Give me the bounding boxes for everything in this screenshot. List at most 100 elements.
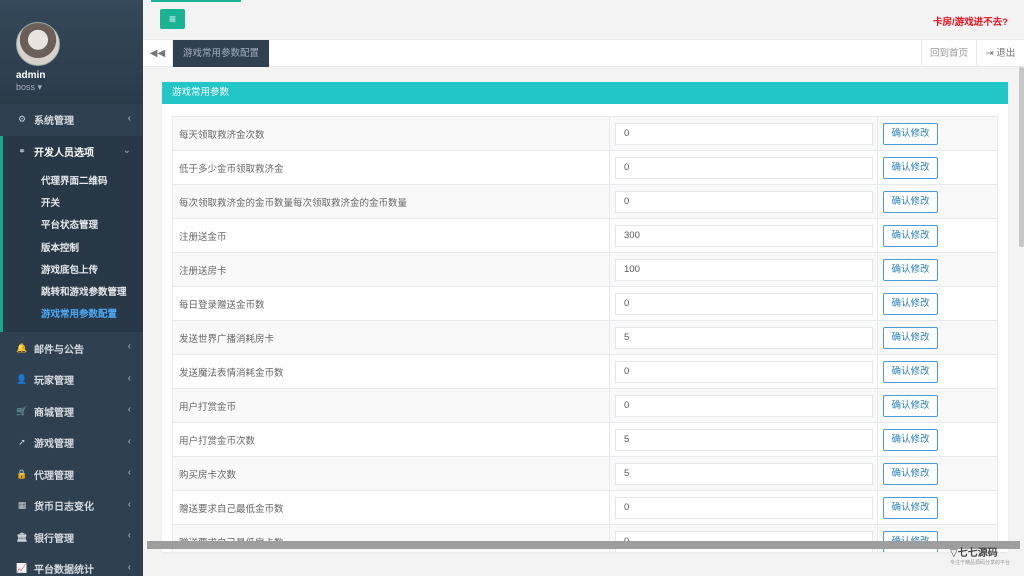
profile-block: admin boss ▾ <box>0 0 143 104</box>
param-input[interactable]: 5 <box>615 326 873 349</box>
chevron-left-icon: ‹ <box>127 113 131 124</box>
sidebar-item-label: 游戏管理 <box>34 439 74 451</box>
panel-title: 游戏常用参数 <box>162 82 1008 104</box>
sidebar-item[interactable]: ➚ 游戏管理 ‹ <box>0 427 143 459</box>
param-value-cell: 0 <box>609 150 878 185</box>
confirm-edit-button[interactable]: 确认修改 <box>883 156 938 179</box>
table-row: 注册送金币 300 确认修改 <box>172 218 998 253</box>
cart-icon: 🛒 <box>16 405 28 416</box>
param-value-cell: 300 <box>609 218 878 253</box>
sidebar-nav: ⚙ 系统管理 ‹ ⚭ 开发人员选项 ⌄ 代理界面二维码 开关 平台状态管理 版本控制 游戏底包上传跳… <box>0 104 143 576</box>
confirm-edit-button[interactable]: 确认修改 <box>883 224 938 247</box>
table-row: 购买房卡次数 5 确认修改 <box>172 456 998 491</box>
sidebar: admin boss ▾ ⚙ 系统管理 ‹ ⚭ 开发人员选项 ⌄ 代理界面二维码 开关 平台状态… <box>0 0 143 576</box>
param-label: 注册送金币 <box>172 218 610 253</box>
params-table: 每天领取救济金次数 0 确认修改 低于多少金币领取救济金 0 确认修改 每次领取救济金的金币… <box>172 116 998 552</box>
logout-button[interactable]: ⇥ 退出 <box>976 40 1024 67</box>
chevron-left-icon: ‹ <box>127 341 131 353</box>
param-label: 购买房卡次数 <box>172 456 610 491</box>
top-navbar: ≡ 卡房/游戏进不去? <box>143 0 1024 40</box>
profile-role-dropdown[interactable]: boss ▾ <box>16 82 143 93</box>
param-action-cell: 确认修改 <box>877 150 998 185</box>
topbar-accent <box>151 0 241 2</box>
param-label: 发送魔法表情消耗金币数 <box>172 354 610 389</box>
submenu-item[interactable]: 游戏底包上传 <box>3 260 143 282</box>
tab-game-params[interactable]: 游戏常用参数配置 <box>173 40 270 67</box>
sidebar-item[interactable]: ▦ 货币日志变化 ‹ <box>0 490 143 522</box>
param-action-cell: 确认修改 <box>877 116 998 151</box>
sidebar-item[interactable]: 📈 平台数据统计 ‹ <box>0 553 143 576</box>
confirm-edit-button[interactable]: 确认修改 <box>883 258 938 281</box>
calendar-icon: ▦ <box>17 500 27 511</box>
main-content: 游戏常用参数 每天领取救济金次数 0 确认修改 低于多少金币领取救济金 0 确认修改 每次领… <box>143 67 1024 576</box>
rocket-icon: ➚ <box>18 437 26 448</box>
confirm-edit-button[interactable]: 确认修改 <box>883 496 938 519</box>
chevron-left-icon: ‹ <box>127 498 131 510</box>
param-input[interactable]: 0 <box>615 394 873 417</box>
param-input[interactable]: 0 <box>615 360 873 383</box>
table-row: 发送魔法表情消耗金币数 0 确认修改 <box>172 354 998 389</box>
chevron-left-icon: ‹ <box>127 372 131 384</box>
home-button[interactable]: 回到首页 <box>920 40 976 67</box>
param-label: 注册送房卡 <box>172 252 610 287</box>
cogs-icon: ⚙ <box>17 114 27 125</box>
param-input[interactable]: 0 <box>615 496 873 519</box>
sidebar-item[interactable]: 🛒 商城管理 ‹ <box>0 395 143 427</box>
user-icon: 👤 <box>16 374 28 385</box>
param-input[interactable]: 0 <box>615 292 873 315</box>
param-input[interactable]: 300 <box>615 224 873 247</box>
param-action-cell: 确认修改 <box>877 184 998 219</box>
horizontal-scrollbar[interactable] <box>147 541 1020 549</box>
sidebar-item-label: 玩家管理 <box>34 376 74 388</box>
param-value-cell: 0 <box>609 490 878 525</box>
watermark-subtitle: 专注于精品源码分享的平台 <box>950 560 1011 566</box>
sidebar-item[interactable]: ⚭ 开发人员选项 ⌄ <box>0 135 143 167</box>
param-action-cell: 确认修改 <box>877 286 998 321</box>
submenu-item[interactable]: 开关 <box>3 193 143 215</box>
tab-prev-button[interactable]: ◀◀ <box>143 40 173 67</box>
param-action-cell: 确认修改 <box>877 218 998 253</box>
param-input[interactable]: 0 <box>615 190 873 213</box>
param-input[interactable]: 5 <box>615 428 873 451</box>
param-action-cell: 确认修改 <box>877 354 998 389</box>
confirm-edit-button[interactable]: 确认修改 <box>883 462 938 485</box>
confirm-edit-button[interactable]: 确认修改 <box>883 428 938 451</box>
param-input[interactable]: 5 <box>615 462 873 485</box>
sidebar-item[interactable]: 🔒 代理管理 ‹ <box>0 458 143 490</box>
chevron-left-icon: ‹ <box>127 467 131 479</box>
confirm-edit-button[interactable]: 确认修改 <box>883 292 938 315</box>
param-input[interactable]: 100 <box>615 258 873 281</box>
param-input[interactable]: 0 <box>615 122 873 145</box>
confirm-edit-button[interactable]: 确认修改 <box>883 326 938 349</box>
profile-name: admin <box>16 70 46 81</box>
chevron-left-icon: ‹ <box>127 404 131 416</box>
confirm-edit-button[interactable]: 确认修改 <box>883 122 938 145</box>
sidebar-item[interactable]: 👤 玩家管理 ‹ <box>0 364 143 396</box>
sidebar-item[interactable]: 🔔 邮件与公告 ‹ <box>0 332 143 364</box>
confirm-edit-button[interactable]: 确认修改 <box>883 190 938 213</box>
param-value-cell: 0 <box>609 354 878 389</box>
avatar[interactable] <box>16 22 60 66</box>
sidebar-item-label: 货币日志变化 <box>34 502 94 514</box>
submenu-item[interactable]: 游戏常用参数配置 <box>3 304 143 326</box>
submenu-item[interactable]: 版本控制 <box>3 238 143 260</box>
sidebar-item-label: 平台数据统计 <box>34 565 94 576</box>
confirm-edit-button[interactable]: 确认修改 <box>883 394 938 417</box>
param-value-cell: 0 <box>609 184 878 219</box>
submenu-item[interactable]: 跳转和游戏参数管理 <box>3 282 143 304</box>
sidebar-item[interactable]: 🏛 银行管理 ‹ <box>0 521 143 553</box>
sidebar-item-label: 商城管理 <box>34 407 74 419</box>
confirm-edit-button[interactable]: 确认修改 <box>883 360 938 383</box>
help-link[interactable]: 卡房/游戏进不去? <box>933 14 1008 28</box>
param-value-cell: 5 <box>609 456 878 491</box>
sidebar-item[interactable]: ⚙ 系统管理 ‹ <box>0 104 143 136</box>
menu-toggle-button[interactable]: ≡ <box>160 9 185 29</box>
param-input[interactable]: 0 <box>615 156 873 179</box>
table-row: 低于多少金币领取救济金 0 确认修改 <box>172 150 998 185</box>
submenu-item[interactable]: 平台状态管理 <box>3 215 143 237</box>
watermark: ▽七七源码 专注于精品源码分享的平台 <box>950 544 1018 568</box>
params-panel: 游戏常用参数 每天领取救济金次数 0 确认修改 低于多少金币领取救济金 0 确认修改 每次领… <box>162 82 1008 552</box>
vertical-scrollbar[interactable] <box>1019 67 1024 247</box>
param-value-cell: 0 <box>609 286 878 321</box>
submenu-item[interactable]: 代理界面二维码 <box>3 171 143 193</box>
